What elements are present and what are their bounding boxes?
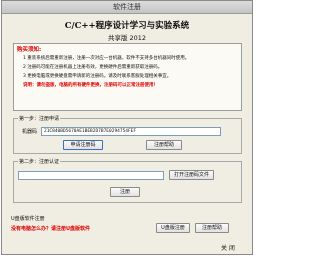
- app-title: C/C++程序设计学习与实验系统: [64, 21, 190, 31]
- step1-help-button[interactable]: 注册帮助: [146, 140, 182, 150]
- reg-code-field[interactable]: [18, 171, 164, 180]
- register-button[interactable]: 注册: [110, 187, 140, 197]
- notice-heading: 购买须知:: [17, 47, 42, 53]
- notice-warning: 说明：请勿盗版，电脑的所有硬件更换，注册码可以正常注册使用！: [23, 83, 158, 88]
- close-button[interactable]: 关 闭: [221, 243, 235, 252]
- open-code-file-button[interactable]: 打开注册码文件: [169, 170, 214, 180]
- window-titlebar: 软件注册: [2, 1, 252, 14]
- usb-promo-text: 没有电脑怎么办？请注册U盘版软件: [11, 226, 91, 232]
- step1-legend: 第一步：注册申请: [18, 115, 61, 122]
- machine-code-label: 机器码: [22, 129, 38, 135]
- usb-help-button[interactable]: 注册帮助: [195, 223, 229, 233]
- step2-legend: 第二步：注册认证: [18, 158, 61, 165]
- registration-window: 软件注册 C/C++程序设计学习与实验系统 共享版 2012 购买须知: 1 重…: [1, 0, 253, 255]
- edition-subtitle: 共享版 2012: [107, 34, 147, 42]
- purchase-notice-box: 购买须知: 1 重装系统后需重新注册，注册一次对应一台机器，软件不支持多台机器同…: [13, 43, 242, 111]
- step1-apply-group: 第一步：注册申请 机器码 21C840BD5670AE1BEB2D7B7E029…: [13, 115, 242, 154]
- notice-line-3: 3 更换电脑或更换硬盘需申请新的注册码，请及时联系客服处理相关事宜。: [23, 74, 172, 79]
- notice-line-2: 2 注册码可能在注册机器上注册有效，更换硬件后需重新获取注册码。: [23, 65, 163, 70]
- usb-register-label: U盘版软件注册: [11, 216, 45, 222]
- usb-register-button[interactable]: U盘版注册: [156, 223, 190, 233]
- notice-line-1: 1 重装系统后需重新注册，注册一次对应一台机器，软件不支持多台机器同时使用。: [23, 56, 190, 61]
- step2-verify-group: 第二步：注册认证 打开注册码文件 注册: [13, 158, 242, 203]
- apply-code-button[interactable]: 申请注册码: [63, 140, 103, 150]
- machine-code-field[interactable]: 21C840BD5670AE1BEB2D7B7E0294754FEF: [41, 127, 221, 136]
